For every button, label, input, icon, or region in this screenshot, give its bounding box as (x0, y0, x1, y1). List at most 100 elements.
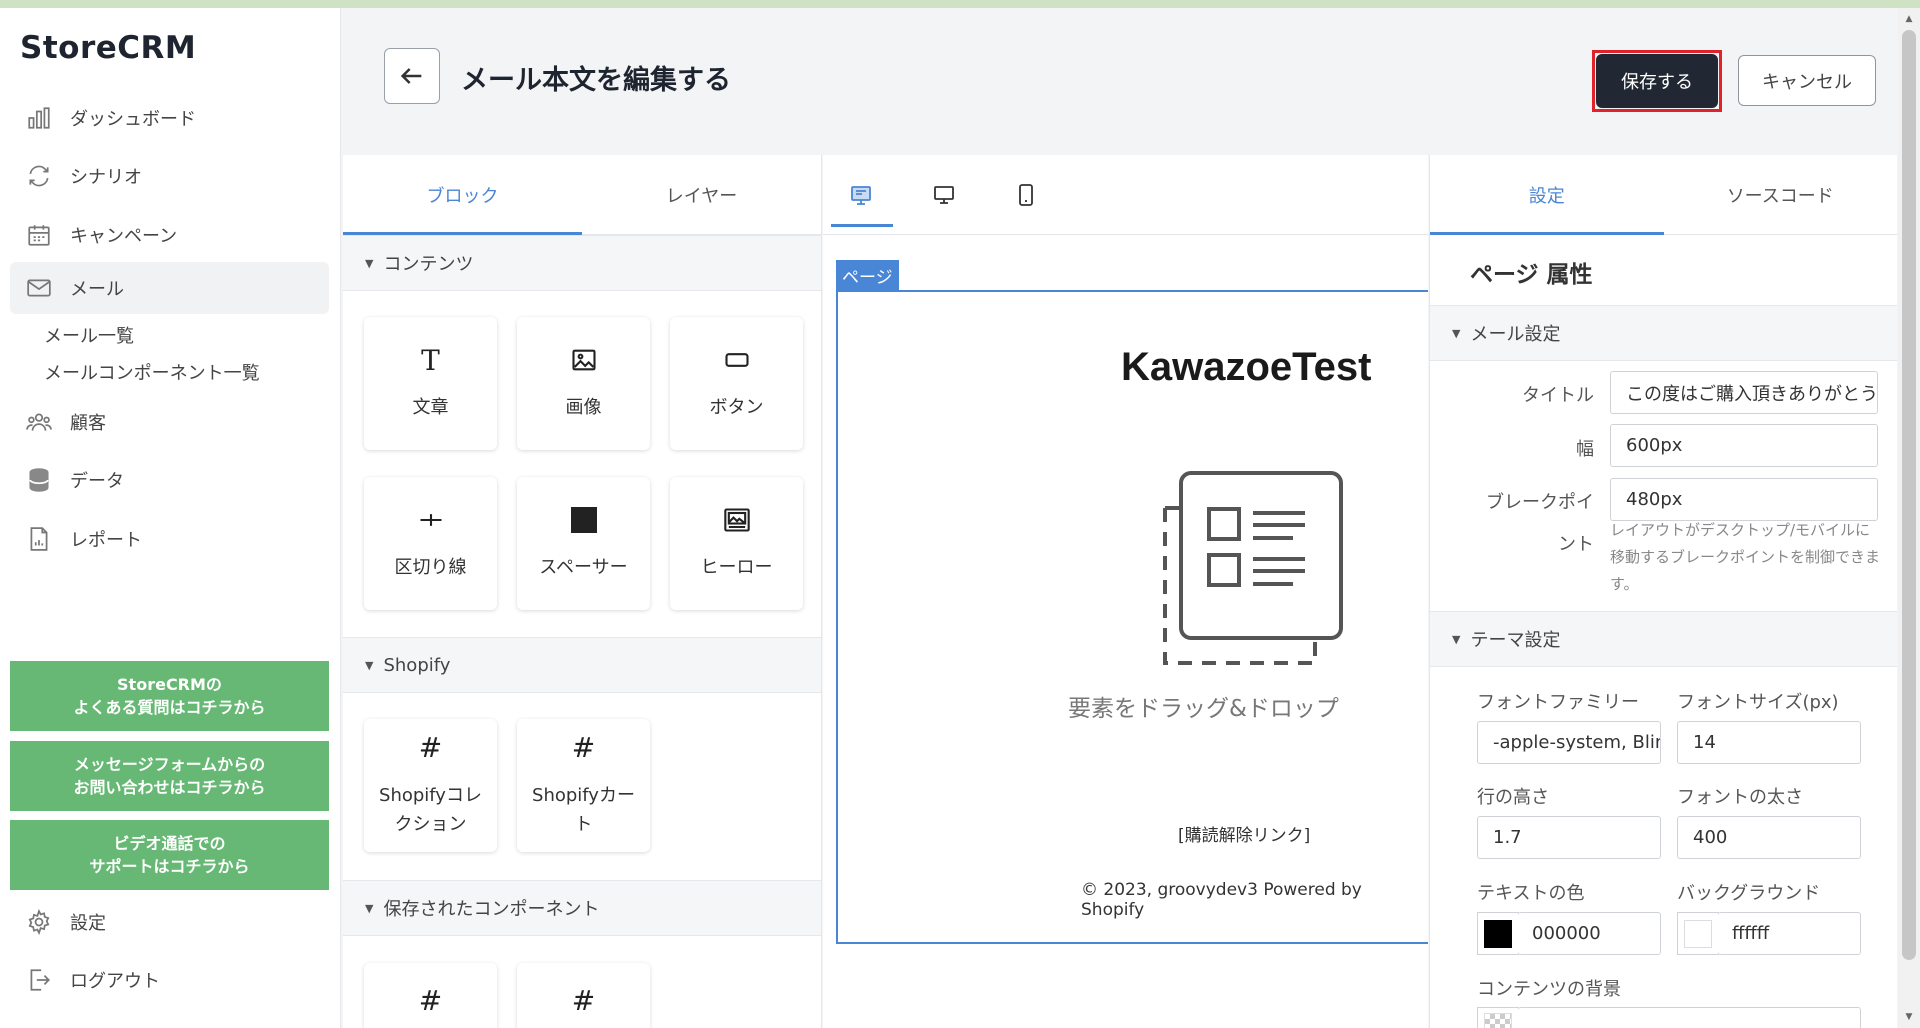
text-icon: T (421, 343, 440, 377)
sidebar-item-customers[interactable]: 顧客 (10, 396, 329, 448)
hash-icon: # (418, 983, 443, 1017)
scrollbar-thumb[interactable] (1902, 30, 1916, 960)
background-label: バックグラウンド (1677, 883, 1821, 904)
section-contents[interactable]: ▼ コンテンツ (343, 235, 821, 291)
line-height-field[interactable]: 1.7 (1477, 816, 1661, 859)
block-label: ヒーロー (700, 557, 773, 578)
gear-icon (24, 907, 54, 937)
content-bg-field[interactable] (1518, 1007, 1861, 1028)
section-label: Shopify (383, 654, 451, 676)
font-size-field[interactable]: 14 (1677, 721, 1861, 764)
background-color-field[interactable]: ffffff (1718, 912, 1861, 955)
hash-icon: # (418, 731, 443, 764)
sidebar-item-settings[interactable]: 設定 (10, 896, 329, 948)
video-support-link-button[interactable]: ビデオ通話での サポートはコチラから (10, 820, 329, 890)
block-shopify-collection[interactable]: # Shopifyコレクション (364, 719, 497, 852)
block-label: ボタン (709, 397, 764, 418)
section-mail-settings[interactable]: ▼ メール設定 (1430, 305, 1897, 361)
section-label: コンテンツ (383, 254, 474, 275)
section-theme-settings[interactable]: ▼ テーマ設定 (1430, 611, 1897, 667)
device-toolbar (823, 155, 1428, 235)
sidebar-item-label: データ (70, 471, 124, 492)
sidebar-item-label: シナリオ (70, 167, 142, 188)
sidebar-item-scenario[interactable]: シナリオ (10, 150, 329, 202)
back-button[interactable] (384, 48, 440, 104)
page-tag: ページ (836, 260, 899, 290)
breakpoint-label: ブレークポイ (1486, 492, 1594, 513)
tab-layers[interactable]: レイヤー (582, 155, 821, 234)
blocks-panel: ブロック レイヤー ▼ コンテンツ T 文章 画像 ボタン 区切り線 スペーサー… (343, 155, 822, 1028)
save-button[interactable]: 保存する (1596, 54, 1718, 108)
line-height-label: 行の高さ (1477, 787, 1549, 808)
mobile-view-icon[interactable] (1012, 181, 1040, 209)
scroll-up-arrow-icon[interactable]: ▲ (1902, 14, 1916, 24)
sidebar-item-data[interactable]: データ (10, 454, 329, 506)
footer-copyright: © 2023, groovydev3 Powered by Shopify (1081, 880, 1362, 920)
block-label: 画像 (565, 397, 602, 418)
sidebar-item-dashboard[interactable]: ダッシュボード (10, 92, 329, 144)
desktop-view-icon[interactable] (930, 181, 958, 209)
sidebar-item-report[interactable]: レポート (10, 513, 329, 565)
tab-blocks[interactable]: ブロック (343, 155, 582, 235)
database-icon (24, 465, 54, 495)
section-label: テーマ設定 (1470, 630, 1561, 651)
text-color-label: テキストの色 (1477, 883, 1585, 904)
logout-icon (24, 965, 54, 995)
text-color-field[interactable]: 000000 (1518, 912, 1661, 955)
responsive-view-icon[interactable] (847, 181, 875, 209)
font-family-label: フォントファミリー (1477, 692, 1639, 713)
mail-icon (24, 273, 54, 303)
tab-source-code[interactable]: ソースコード (1664, 155, 1898, 234)
font-weight-field[interactable]: 400 (1677, 816, 1861, 859)
block-image[interactable]: 画像 (517, 317, 650, 450)
block-shopify-cart[interactable]: # Shopifyカート (517, 719, 650, 852)
sidebar-item-logout[interactable]: ログアウト (10, 954, 329, 1006)
browser-top-strip (0, 0, 1920, 8)
block-text[interactable]: T 文章 (364, 317, 497, 450)
block-label: スペーサー (539, 557, 628, 578)
sidebar-item-campaign[interactable]: キャンペーン (10, 209, 329, 261)
sidebar-item-mail[interactable]: メール (10, 262, 329, 314)
users-icon (24, 407, 54, 437)
width-field[interactable]: 600px (1610, 424, 1878, 467)
blocks-tabs: ブロック レイヤー (343, 155, 821, 235)
section-label: メール設定 (1470, 324, 1561, 345)
sidebar: StoreCRM ダッシュボード シナリオ キャンペーン メール メール一覧 メ… (0, 8, 341, 1028)
tab-settings[interactable]: 設定 (1430, 155, 1664, 235)
hash-icon: # (571, 731, 596, 764)
block-saved-component[interactable]: # (364, 963, 497, 1028)
contact-form-link-button[interactable]: メッセージフォームからの お問い合わせはコチラから (10, 741, 329, 811)
sidebar-subitem-mail-components[interactable]: メールコンポーネント一覧 (44, 359, 260, 385)
font-family-field[interactable]: -apple-system, BlinkMacSystemFont (1477, 721, 1661, 764)
hero-icon (723, 505, 751, 535)
active-device-indicator (831, 224, 893, 227)
mail-title-field[interactable]: この度はご購入頂きありがとうございます (1610, 371, 1878, 414)
block-label: 区切り線 (394, 557, 467, 578)
brand-logo[interactable]: StoreCRM (20, 30, 196, 66)
caret-down-icon: ▼ (365, 256, 374, 270)
block-hero[interactable]: ヒーロー (670, 477, 803, 610)
breakpoint-field[interactable]: 480px (1610, 478, 1878, 521)
block-label: 文章 (412, 397, 449, 418)
email-title[interactable]: KawazoeTest (1121, 345, 1371, 390)
sidebar-item-label: 顧客 (70, 413, 106, 434)
block-saved-component[interactable]: # (517, 963, 650, 1028)
block-label: Shopifyコレクション (379, 784, 482, 835)
section-saved-components[interactable]: ▼ 保存されたコンポーネント (343, 880, 821, 936)
text-color-swatch[interactable] (1477, 912, 1519, 955)
block-divider[interactable]: 区切り線 (364, 477, 497, 610)
section-shopify[interactable]: ▼ Shopify (343, 637, 821, 693)
scroll-down-arrow-icon[interactable]: ▼ (1902, 1012, 1916, 1022)
block-spacer[interactable]: スペーサー (517, 477, 650, 610)
title-label: タイトル (1522, 385, 1594, 406)
email-canvas: ページ KawazoeTest 要素をドラッグ&ドロップ [購読解除リンク] ©… (823, 155, 1428, 1028)
faq-link-button[interactable]: StoreCRMの よくある質問はコチラから (10, 661, 329, 731)
unsubscribe-link[interactable]: [購読解除リンク] (1178, 821, 1310, 846)
sidebar-subitem-mail-list[interactable]: メール一覧 (44, 322, 134, 348)
block-button[interactable]: ボタン (670, 317, 803, 450)
button-icon (723, 345, 751, 375)
section-label: 保存されたコンポーネント (383, 899, 600, 920)
content-bg-swatch[interactable] (1477, 1007, 1519, 1028)
cancel-button[interactable]: キャンセル (1738, 55, 1876, 106)
background-color-swatch[interactable] (1677, 912, 1719, 955)
